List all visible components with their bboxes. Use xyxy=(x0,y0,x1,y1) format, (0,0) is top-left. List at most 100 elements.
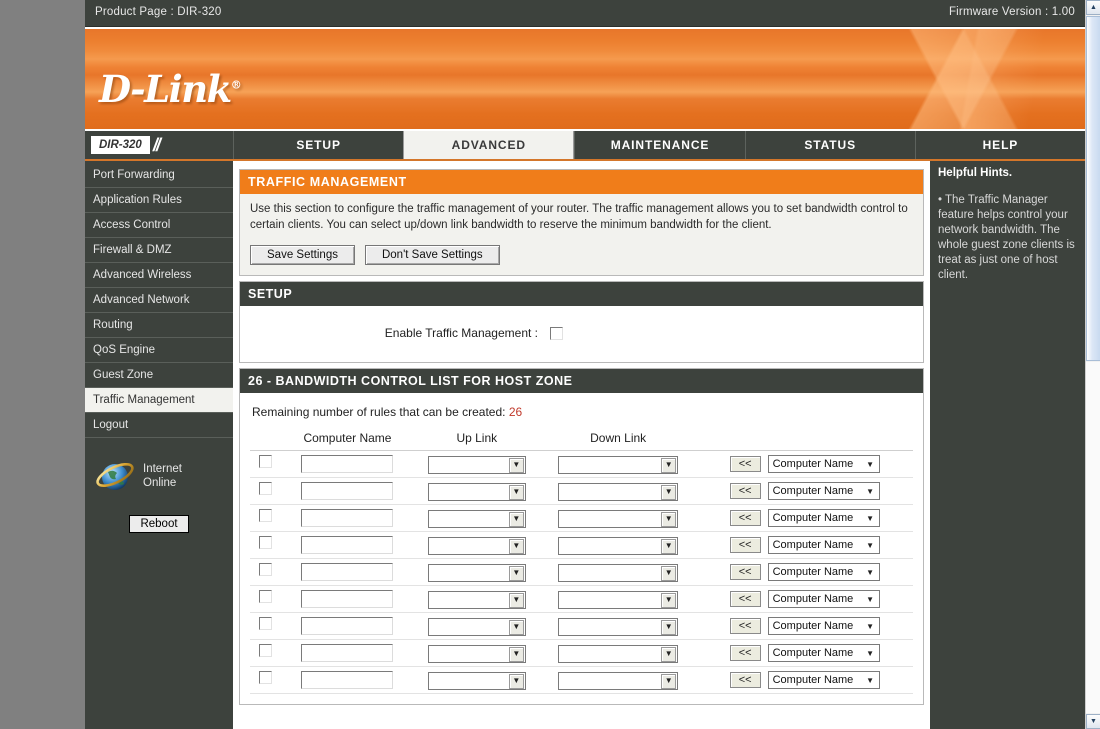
row-select-checkbox[interactable] xyxy=(259,482,273,495)
sidebar-item-firewall-dmz[interactable]: Firewall & DMZ xyxy=(85,238,233,263)
computer-name-cell xyxy=(281,666,414,694)
computer-name-input[interactable] xyxy=(301,481,394,500)
dont-save-settings-button[interactable]: Don't Save Settings xyxy=(364,245,500,265)
computer-list-select-value: Computer Name xyxy=(772,647,854,659)
row-select-cell xyxy=(250,504,282,532)
copy-computer-name-button[interactable]: << xyxy=(729,618,761,634)
up-link-select[interactable]: ▼ xyxy=(427,645,526,663)
computer-list-select[interactable]: Computer Name ▼ xyxy=(767,671,880,689)
sidebar-item-advanced-wireless[interactable]: Advanced Wireless xyxy=(85,263,233,288)
computer-list-select[interactable]: Computer Name ▼ xyxy=(767,536,880,554)
copy-computer-name-button[interactable]: << xyxy=(729,672,761,688)
copy-computer-name-button[interactable]: << xyxy=(729,510,761,526)
up-link-select[interactable]: ▼ xyxy=(427,510,526,528)
chevron-down-icon: ▼ xyxy=(661,511,677,527)
computer-list-select[interactable]: Computer Name ▼ xyxy=(767,590,880,608)
scroll-down-arrow-icon[interactable]: ▼ xyxy=(1086,714,1100,729)
row-select-checkbox[interactable] xyxy=(259,617,273,630)
sidebar-item-application-rules[interactable]: Application Rules xyxy=(85,188,233,213)
sidebar-item-traffic-management[interactable]: Traffic Management xyxy=(85,388,233,413)
down-link-select[interactable]: ▼ xyxy=(558,537,679,555)
row-select-cell xyxy=(250,558,282,586)
tab-maintenance[interactable]: MAINTENANCE xyxy=(574,131,744,159)
scrollbar-thumb[interactable] xyxy=(1086,16,1100,361)
vertical-scrollbar[interactable]: ▲ ▼ xyxy=(1085,0,1100,729)
copy-computer-name-button[interactable]: << xyxy=(729,456,761,472)
up-link-cell: ▼ xyxy=(413,504,540,532)
up-link-select[interactable]: ▼ xyxy=(427,456,526,474)
sidebar-item-logout[interactable]: Logout xyxy=(85,413,233,438)
copy-computer-name-button[interactable]: << xyxy=(729,483,761,499)
scrollbar-track[interactable] xyxy=(1086,362,1100,713)
computer-list-select-value: Computer Name xyxy=(772,566,854,578)
computer-list-select[interactable]: Computer Name ▼ xyxy=(767,563,880,581)
sidebar-item-advanced-network[interactable]: Advanced Network xyxy=(85,288,233,313)
up-link-select[interactable]: ▼ xyxy=(427,564,526,582)
computer-name-input[interactable] xyxy=(301,589,394,608)
helpful-hints-title: Helpful Hints. xyxy=(938,167,1013,179)
tab-advanced[interactable]: ADVANCED xyxy=(403,131,575,159)
table-row: ▼ ▼ << Computer Name ▼ xyxy=(250,558,913,586)
row-select-checkbox[interactable] xyxy=(259,671,273,684)
computer-name-input[interactable] xyxy=(301,535,394,554)
sidebar-item-routing[interactable]: Routing xyxy=(85,313,233,338)
computer-name-input[interactable] xyxy=(301,508,394,527)
tab-status[interactable]: STATUS xyxy=(744,131,915,159)
scroll-up-arrow-icon[interactable]: ▲ xyxy=(1086,0,1100,15)
down-link-select[interactable]: ▼ xyxy=(558,510,679,528)
down-link-select[interactable]: ▼ xyxy=(558,672,679,690)
computer-name-input[interactable] xyxy=(301,454,394,473)
copy-computer-name-button[interactable]: << xyxy=(729,564,761,580)
chevron-down-icon: ▼ xyxy=(866,541,875,550)
down-link-cell: ▼ xyxy=(539,504,697,532)
main-navigation: DIR-320 // SETUP ADVANCED MAINTENANCE ST… xyxy=(85,131,1085,161)
banner-swoosh-graphic xyxy=(785,29,1085,129)
row-select-checkbox[interactable] xyxy=(259,563,273,576)
down-link-select[interactable]: ▼ xyxy=(558,591,679,609)
computer-list-select[interactable]: Computer Name ▼ xyxy=(767,509,880,527)
row-select-checkbox[interactable] xyxy=(259,509,273,522)
computer-list-select[interactable]: Computer Name ▼ xyxy=(767,644,880,662)
down-link-select[interactable]: ▼ xyxy=(558,564,679,582)
tab-setup[interactable]: SETUP xyxy=(233,131,403,159)
sidebar-item-access-control[interactable]: Access Control xyxy=(85,213,233,238)
remaining-rules-count: 26 xyxy=(508,405,523,419)
down-link-cell: ▼ xyxy=(539,639,697,667)
computer-name-input[interactable] xyxy=(301,562,394,581)
chevron-down-icon: ▼ xyxy=(866,514,875,523)
down-link-select[interactable]: ▼ xyxy=(558,618,679,636)
sidebar: Port Forwarding Application Rules Access… xyxy=(85,161,233,729)
row-select-checkbox[interactable] xyxy=(259,644,273,657)
sidebar-item-qos-engine[interactable]: QoS Engine xyxy=(85,338,233,363)
tab-help[interactable]: HELP xyxy=(914,131,1085,159)
computer-list-select[interactable]: Computer Name ▼ xyxy=(767,455,880,473)
reboot-button[interactable]: Reboot xyxy=(129,515,189,533)
sidebar-item-port-forwarding[interactable]: Port Forwarding xyxy=(85,163,233,188)
up-link-select[interactable]: ▼ xyxy=(427,672,526,690)
row-select-checkbox[interactable] xyxy=(259,590,273,603)
up-link-select[interactable]: ▼ xyxy=(427,483,526,501)
up-link-cell: ▼ xyxy=(413,477,540,505)
chevron-down-icon: ▼ xyxy=(866,568,875,577)
save-settings-button[interactable]: Save Settings xyxy=(250,245,355,265)
row-select-checkbox[interactable] xyxy=(259,455,273,468)
up-link-select[interactable]: ▼ xyxy=(427,591,526,609)
enable-traffic-management-checkbox[interactable] xyxy=(550,326,563,340)
computer-name-input[interactable] xyxy=(301,643,394,662)
up-link-select[interactable]: ▼ xyxy=(427,537,526,555)
row-select-cell xyxy=(250,666,282,694)
down-link-select[interactable]: ▼ xyxy=(558,483,679,501)
up-link-select[interactable]: ▼ xyxy=(427,618,526,636)
computer-list-select[interactable]: Computer Name ▼ xyxy=(767,482,880,500)
computer-list-select[interactable]: Computer Name ▼ xyxy=(767,617,880,635)
sidebar-item-guest-zone[interactable]: Guest Zone xyxy=(85,363,233,388)
up-link-cell: ▼ xyxy=(413,558,540,586)
row-select-checkbox[interactable] xyxy=(259,536,273,549)
computer-name-input[interactable] xyxy=(301,616,394,635)
copy-computer-name-button[interactable]: << xyxy=(729,591,761,607)
copy-computer-name-button[interactable]: << xyxy=(729,537,761,553)
down-link-select[interactable]: ▼ xyxy=(558,456,679,474)
computer-name-input[interactable] xyxy=(301,670,394,689)
down-link-select[interactable]: ▼ xyxy=(558,645,679,663)
copy-computer-name-button[interactable]: << xyxy=(729,645,761,661)
